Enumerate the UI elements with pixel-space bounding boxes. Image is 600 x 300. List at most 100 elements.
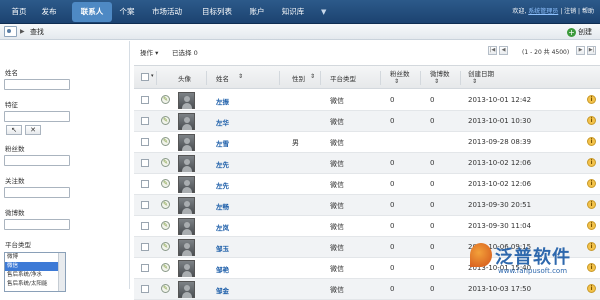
col-gender[interactable]: 性别 — [292, 73, 305, 83]
last-page-button[interactable]: ▶| — [587, 46, 596, 55]
contact-name-link[interactable]: 左先 — [216, 180, 229, 190]
chevron-down-icon[interactable]: ▼ — [321, 8, 326, 16]
clear-button[interactable]: ✕ — [25, 125, 41, 135]
edit-pencil-icon[interactable]: ✎ — [161, 263, 170, 272]
row-checkbox[interactable] — [141, 222, 149, 230]
table-row[interactable]: ✎ 左先 微信 0 0 2013-10-02 12:06 i — [134, 153, 600, 174]
platform-option[interactable]: 微博 — [5, 253, 65, 262]
avatar — [178, 281, 195, 298]
nav-marketing[interactable]: 市场活动 — [146, 0, 188, 24]
info-icon[interactable]: i — [587, 179, 596, 188]
help-link[interactable]: 帮助 — [582, 8, 594, 15]
weibo-cell: 0 — [430, 117, 435, 125]
name-input[interactable] — [4, 79, 70, 90]
edit-pencil-icon[interactable]: ✎ — [161, 200, 170, 209]
triangle-right-icon[interactable]: ▶ — [20, 28, 25, 35]
avatar — [178, 218, 195, 235]
edit-pencil-icon[interactable]: ✎ — [161, 116, 170, 125]
row-checkbox[interactable] — [141, 117, 149, 125]
results-toolbar: 操作 ▾ 已选择 0 |◀ ◀ (1 - 20 共 4500) ▶ ▶| — [134, 45, 600, 59]
info-icon[interactable]: i — [587, 116, 596, 125]
row-checkbox[interactable] — [141, 159, 149, 167]
first-page-button[interactable]: |◀ — [488, 46, 497, 55]
logout-link[interactable]: 注销 — [564, 8, 576, 15]
table-row[interactable]: ✎ 左华 微信 0 0 2013-10-01 10:30 i — [134, 111, 600, 132]
platform-listbox[interactable]: 微博 微信 售后系统/净水 售后系统/太阳能 — [4, 252, 66, 292]
nav-home[interactable]: 首页 — [6, 0, 32, 24]
sort-icon[interactable]: ⇕ — [394, 78, 399, 85]
contact-name-link[interactable]: 左畅 — [216, 201, 229, 211]
sort-icon[interactable]: ⇕ — [434, 78, 439, 85]
sort-icon[interactable]: ⇕ — [472, 78, 477, 85]
follow-input[interactable] — [4, 187, 70, 198]
contact-name-link[interactable]: 左岚 — [216, 222, 229, 232]
row-checkbox[interactable] — [141, 243, 149, 251]
contact-name-link[interactable]: 左先 — [216, 159, 229, 169]
row-checkbox[interactable] — [141, 201, 149, 209]
row-checkbox[interactable] — [141, 264, 149, 272]
contact-name-link[interactable]: 左振 — [216, 96, 229, 106]
edit-pencil-icon[interactable]: ✎ — [161, 158, 170, 167]
row-checkbox[interactable] — [141, 138, 149, 146]
col-created-date[interactable]: 创建日期 — [468, 68, 494, 78]
operation-menu[interactable]: 操作 ▾ — [140, 47, 158, 57]
info-icon[interactable]: i — [587, 200, 596, 209]
avatar — [178, 176, 195, 193]
contact-name-link[interactable]: 邹玉 — [216, 243, 229, 253]
platform-option[interactable]: 售后系统/净水 — [5, 271, 65, 280]
sort-icon[interactable]: ⇕ — [310, 73, 315, 80]
row-checkbox[interactable] — [141, 96, 149, 104]
table-row[interactable]: ✎ 左振 微信 0 0 2013-10-01 12:42 i — [134, 90, 600, 111]
contact-name-link[interactable]: 左华 — [216, 117, 229, 127]
find-title[interactable]: 查找 — [30, 27, 44, 37]
nav-cases[interactable]: 个案 — [114, 0, 140, 24]
edit-pencil-icon[interactable]: ✎ — [161, 242, 170, 251]
edit-pencil-icon[interactable]: ✎ — [161, 137, 170, 146]
avatar — [178, 92, 195, 109]
select-button[interactable]: ↖ — [6, 125, 22, 135]
fans-input[interactable] — [4, 155, 70, 166]
listbox-scrollbar[interactable] — [58, 253, 65, 291]
select-all-checkbox[interactable] — [141, 73, 149, 81]
contact-name-link[interactable]: 左雪 — [216, 138, 229, 148]
feature-input[interactable] — [4, 111, 70, 122]
platform-option[interactable]: 售后系统/太阳能 — [5, 280, 65, 289]
created-date-cell: 2013-09-28 08:39 — [468, 138, 532, 146]
nav-contacts[interactable]: 联系人 — [72, 2, 112, 22]
prev-page-button[interactable]: ◀ — [499, 46, 508, 55]
info-icon[interactable]: i — [587, 158, 596, 167]
table-row[interactable]: ✎ 左雪 男 微信 2013-09-28 08:39 i — [134, 132, 600, 153]
nav-target-lists[interactable]: 目标列表 — [196, 0, 238, 24]
select-all-dropdown-icon[interactable]: ▾ — [151, 73, 154, 79]
pagination: |◀ ◀ (1 - 20 共 4500) ▶ ▶| — [488, 45, 598, 57]
info-icon[interactable]: i — [587, 95, 596, 104]
row-checkbox[interactable] — [141, 285, 149, 293]
table-row[interactable]: ✎ 左先 微信 0 0 2013-10-02 12:06 i — [134, 174, 600, 195]
platform-cell: 微信 — [330, 223, 344, 231]
user-link[interactable]: 系统管理员 — [528, 8, 558, 15]
weibo-input[interactable] — [4, 219, 70, 230]
edit-pencil-icon[interactable]: ✎ — [161, 95, 170, 104]
col-fans[interactable]: 粉丝数 — [390, 68, 410, 78]
nav-knowledge-base[interactable]: 知识库 — [276, 0, 310, 24]
table-row[interactable]: ✎ 左畅 微信 0 0 2013-09-30 20:51 i — [134, 195, 600, 216]
col-weibo[interactable]: 微博数 — [430, 68, 450, 78]
nav-accounts[interactable]: 账户 — [244, 0, 270, 24]
edit-pencil-icon[interactable]: ✎ — [161, 179, 170, 188]
col-platform[interactable]: 平台类型 — [330, 73, 356, 83]
row-checkbox[interactable] — [141, 180, 149, 188]
next-page-button[interactable]: ▶ — [576, 46, 585, 55]
info-icon[interactable]: i — [587, 137, 596, 146]
sort-icon[interactable]: ⇕ — [238, 73, 243, 80]
contact-name-link[interactable]: 邹金 — [216, 285, 229, 295]
avatar — [178, 113, 195, 130]
create-button[interactable]: + 创建 — [567, 27, 592, 37]
nav-publish[interactable]: 发布 — [36, 0, 62, 24]
table-row[interactable]: ✎ 左岚 微信 0 0 2013-09-30 11:04 i — [134, 216, 600, 237]
edit-pencil-icon[interactable]: ✎ — [161, 221, 170, 230]
col-name[interactable]: 姓名 — [216, 73, 229, 83]
contact-name-link[interactable]: 邹艳 — [216, 264, 229, 274]
platform-cell: 微信 — [330, 118, 344, 126]
info-icon[interactable]: i — [587, 221, 596, 230]
platform-option-selected[interactable]: 微信 — [5, 262, 65, 271]
